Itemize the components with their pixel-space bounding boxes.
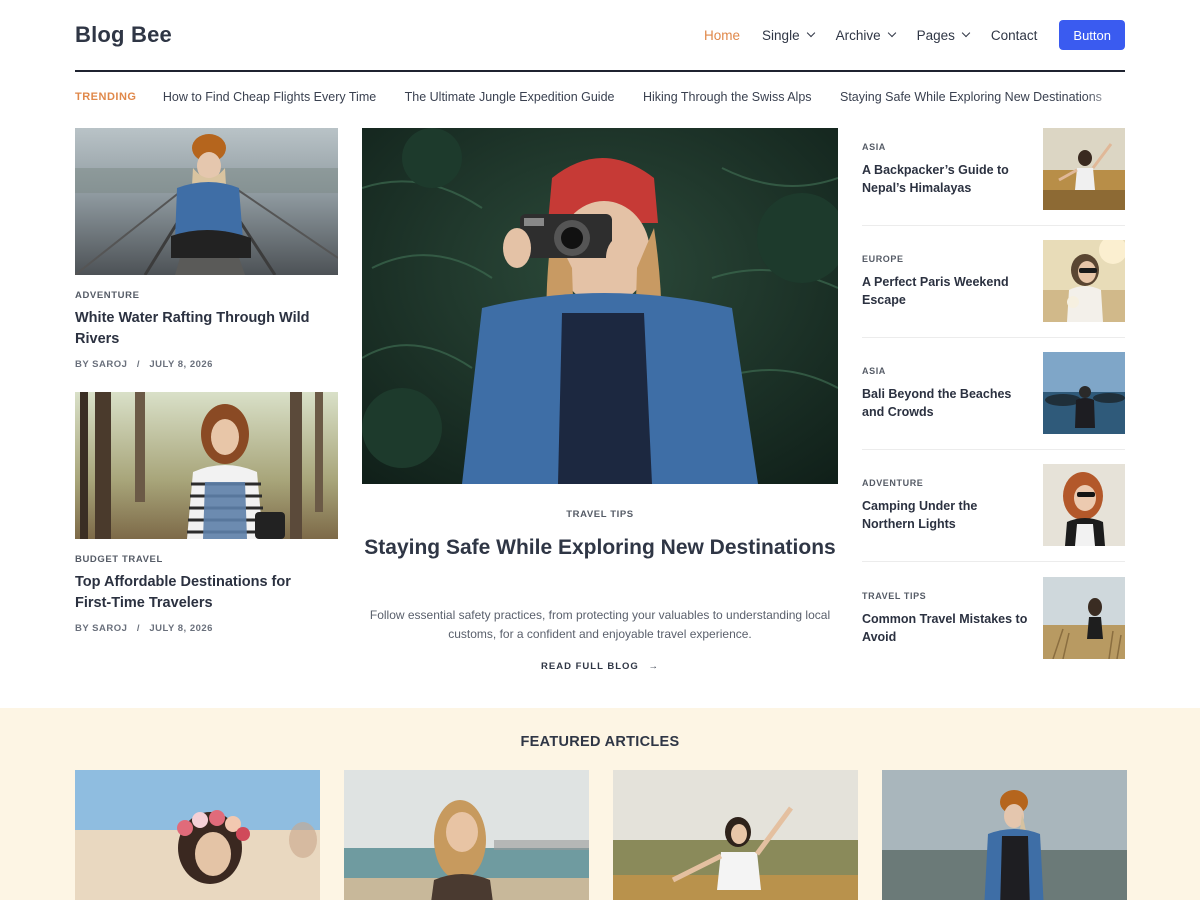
post-meta: BY SAROJ / JULY 8, 2026 (75, 623, 213, 634)
trending-link[interactable]: How to Find Cheap Flights Every Time (163, 90, 376, 104)
trending-fade (1085, 88, 1125, 106)
side-post-thumbnail[interactable] (1043, 464, 1125, 546)
side-post-category[interactable]: ASIA (862, 142, 886, 152)
featured-articles-section: FEATURED ARTICLES (0, 708, 1200, 900)
trending-label: TRENDING (75, 90, 137, 103)
chevron-down-icon (887, 28, 896, 38)
nav-contact-label: Contact (990, 27, 1038, 43)
featured-card-image[interactable] (882, 770, 1127, 900)
side-post-title[interactable]: Bali Beyond the Beaches and Crowds (862, 385, 1032, 421)
side-post[interactable]: TRAVEL TIPS Common Travel Mistakes to Av… (862, 577, 1125, 661)
divider (862, 225, 1125, 226)
side-post-thumbnail[interactable] (1043, 240, 1125, 322)
side-post-title[interactable]: Common Travel Mistakes to Avoid (862, 610, 1032, 646)
featured-card-image[interactable] (613, 770, 858, 900)
trending-bar: TRENDING How to Find Cheap Flights Every… (75, 88, 1125, 106)
side-post-category[interactable]: ADVENTURE (862, 478, 923, 488)
trending-link[interactable]: Hiking Through the Swiss Alps (643, 90, 812, 104)
site-header: Blog Bee Home Single Archive Pages Conta… (75, 0, 1125, 72)
side-post-category[interactable]: TRAVEL TIPS (862, 591, 926, 601)
side-post-thumbnail[interactable] (1043, 577, 1125, 659)
header-button[interactable]: Button (1059, 20, 1125, 50)
divider (862, 561, 1125, 562)
meta-separator: / (136, 359, 140, 370)
chevron-down-icon (961, 28, 971, 38)
post-category[interactable]: ADVENTURE (75, 290, 140, 301)
feature-category[interactable]: TRAVEL TIPS (362, 509, 838, 520)
featured-card-image[interactable] (75, 770, 320, 900)
nav-single-label: Single (762, 27, 800, 43)
trending-link[interactable]: Staying Safe While Exploring New Destina… (840, 90, 1102, 104)
post-category[interactable]: BUDGET TRAVEL (75, 554, 163, 565)
side-post-title[interactable]: A Backpacker’s Guide to Nepal’s Himalaya… (862, 161, 1032, 197)
side-post-thumbnail[interactable] (1043, 128, 1125, 210)
side-post-title[interactable]: Camping Under the Northern Lights (862, 497, 1032, 533)
divider (862, 337, 1125, 338)
post-date: JULY 8, 2026 (149, 359, 213, 370)
side-post[interactable]: EUROPE A Perfect Paris Weekend Escape (862, 240, 1125, 324)
feature-title[interactable]: Staying Safe While Exploring New Destina… (362, 533, 838, 563)
post-title[interactable]: Top Affordable Destinations for First-Ti… (75, 572, 330, 614)
nav-archive-label: Archive (835, 27, 881, 43)
nav-home-label: Home (704, 27, 741, 43)
site-logo[interactable]: Blog Bee (75, 22, 172, 48)
post-author[interactable]: BY SAROJ (75, 359, 127, 370)
side-post[interactable]: ASIA Bali Beyond the Beaches and Crowds (862, 352, 1125, 436)
featured-articles-heading: FEATURED ARTICLES (520, 734, 680, 750)
post-meta: BY SAROJ / JULY 8, 2026 (75, 359, 213, 370)
nav-contact[interactable]: Contact (991, 28, 1038, 43)
trending-link[interactable]: The Ultimate Jungle Expedition Guide (405, 90, 615, 104)
nav-pages[interactable]: Pages (916, 27, 971, 43)
chevron-down-icon (806, 28, 815, 38)
side-post[interactable]: ADVENTURE Camping Under the Northern Lig… (862, 464, 1125, 548)
read-full-blog-label: READ FULL BLOG (541, 661, 639, 672)
side-post-thumbnail[interactable] (1043, 352, 1125, 434)
post-date: JULY 8, 2026 (149, 623, 213, 634)
main-nav: Home Single Archive Pages Contact Button (682, 20, 1125, 50)
read-full-blog-link[interactable]: READ FULL BLOG → (362, 661, 838, 672)
nav-pages-label: Pages (916, 27, 955, 43)
side-post-category[interactable]: ASIA (862, 366, 886, 376)
arrow-right-icon: → (648, 661, 659, 672)
post-title[interactable]: White Water Rafting Through Wild Rivers (75, 308, 325, 350)
feature-image[interactable] (362, 128, 838, 484)
side-post[interactable]: ASIA A Backpacker’s Guide to Nepal’s Him… (862, 128, 1125, 212)
side-post-title[interactable]: A Perfect Paris Weekend Escape (862, 273, 1032, 309)
featured-card-image[interactable] (344, 770, 589, 900)
feature-excerpt: Follow essential safety practices, from … (369, 608, 831, 641)
nav-archive[interactable]: Archive (835, 27, 896, 43)
divider (862, 449, 1125, 450)
post-author[interactable]: BY SAROJ (75, 623, 127, 634)
post-image-rafting[interactable] (75, 128, 338, 275)
side-post-category[interactable]: EUROPE (862, 254, 904, 264)
post-image-budget[interactable] (75, 392, 338, 539)
nav-single[interactable]: Single (762, 27, 815, 43)
meta-separator: / (136, 623, 140, 634)
nav-home[interactable]: Home (704, 28, 740, 43)
